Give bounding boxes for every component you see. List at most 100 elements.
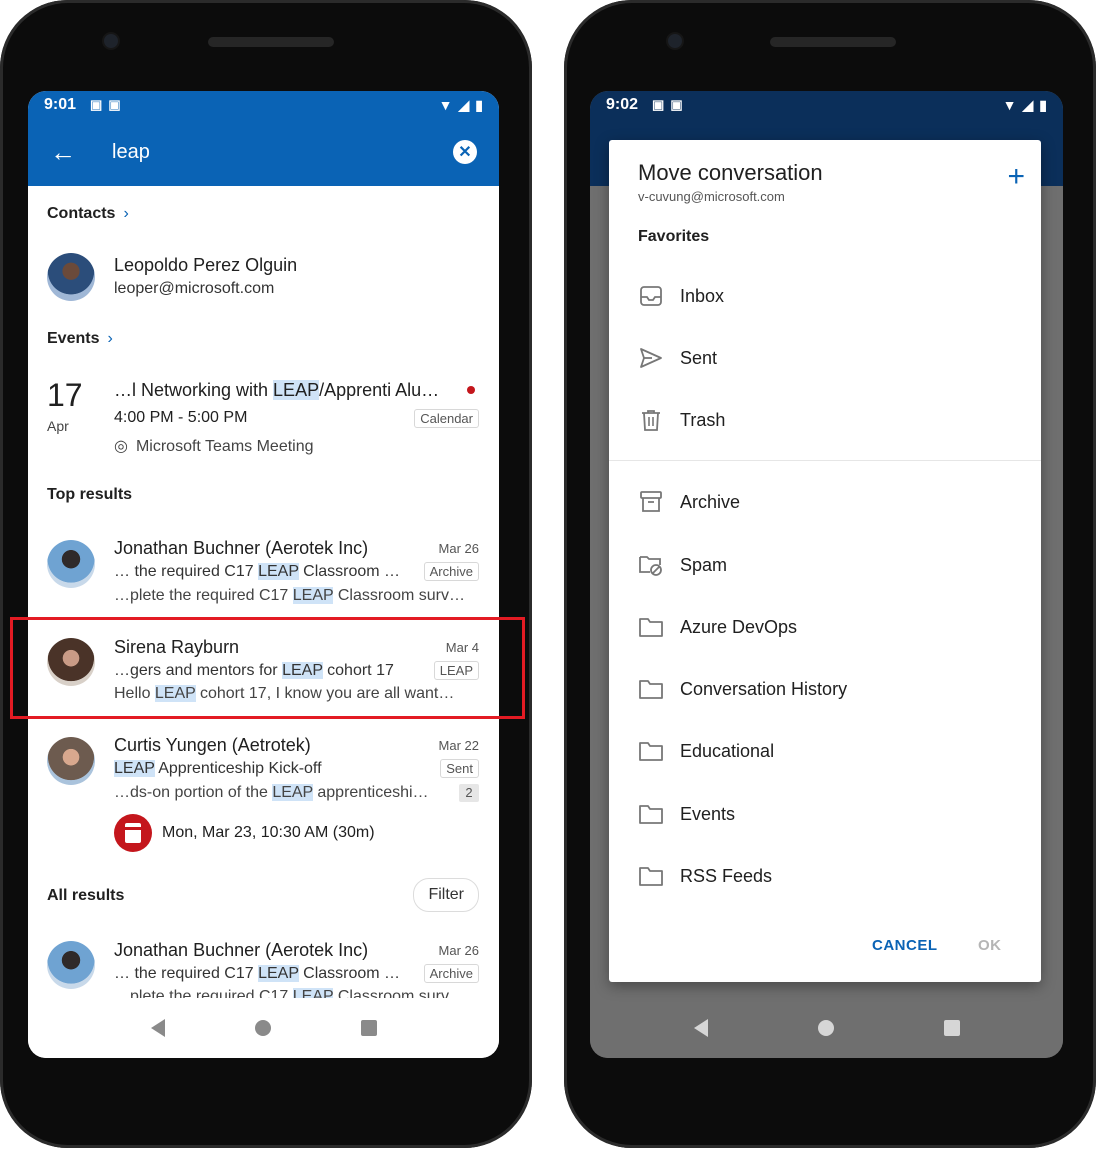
- add-folder-icon[interactable]: +: [1007, 162, 1025, 192]
- contacts-header[interactable]: Contacts ›: [47, 205, 129, 223]
- back-arrow-icon[interactable]: ←: [50, 137, 90, 168]
- result-folder-tag: Archive: [423, 562, 479, 581]
- left-phone: 9:01 ▣ ▣ ▼ ◢ ▮ ← leap ✕ Contacts › Leopol…: [0, 0, 532, 1148]
- result-folder-tag: Archive: [423, 964, 479, 983]
- dialog-account: v-cuvung@microsoft.com: [638, 189, 785, 204]
- nav-back-icon[interactable]: [693, 1019, 708, 1037]
- folder-inbox[interactable]: Inbox: [638, 281, 724, 311]
- folder-label: RSS Feeds: [680, 865, 773, 886]
- event-title[interactable]: …l Networking with LEAP/Apprenti Alu…: [114, 380, 439, 401]
- trash-icon: [638, 407, 664, 433]
- folder-azure-devops[interactable]: Azure DevOps: [638, 612, 797, 642]
- event-month: Apr: [47, 418, 69, 434]
- events-header-label: Events: [47, 330, 100, 347]
- android-nav-bar: [590, 998, 1063, 1058]
- folder-icon: [638, 676, 664, 702]
- result-preview: …ds-on portion of the LEAP apprenticeshi…: [114, 784, 429, 802]
- callout-highlight-box: [10, 617, 525, 719]
- folder-label: Archive: [680, 491, 741, 512]
- signal-icon: ◢: [1022, 96, 1034, 113]
- android-nav-bar: [28, 998, 499, 1058]
- location-pin-icon: ◎: [114, 438, 128, 455]
- result-date: Mar 26: [438, 541, 479, 556]
- ok-button[interactable]: OK: [978, 937, 1002, 954]
- nav-recents-icon[interactable]: [943, 1020, 960, 1036]
- result-sender[interactable]: Jonathan Buchner (Aerotek Inc): [114, 538, 368, 559]
- folder-label: Conversation History: [680, 678, 848, 699]
- subject-highlight: LEAP: [258, 965, 299, 982]
- folder-label: Sent: [680, 347, 718, 368]
- clear-search-icon[interactable]: ✕: [453, 140, 477, 164]
- event-dot: [467, 386, 475, 394]
- all-results-header: All results: [47, 887, 125, 904]
- nav-back-icon[interactable]: [150, 1019, 165, 1037]
- folder-label: Inbox: [680, 285, 725, 306]
- folder-spam[interactable]: Spam: [638, 550, 727, 580]
- result-date: Mar 26: [438, 943, 479, 958]
- dialog-title: Move conversation: [638, 160, 823, 185]
- wifi-icon: ▼: [438, 96, 453, 113]
- subject-pre: … the required C17: [114, 965, 259, 982]
- notification-icon-2: ▣: [108, 97, 121, 112]
- result-date: Mar 22: [438, 738, 479, 753]
- cancel-button[interactable]: CANCEL: [872, 937, 938, 954]
- nav-recents-icon[interactable]: [360, 1020, 377, 1036]
- nav-home-icon[interactable]: [817, 1020, 834, 1036]
- avatar: [47, 540, 95, 588]
- contact-name[interactable]: Leopoldo Perez Olguin: [114, 255, 297, 276]
- subject-pre: … the required C17: [114, 563, 259, 580]
- event-title-highlight: LEAP: [273, 380, 320, 400]
- folder-icon: [638, 863, 664, 889]
- preview-post: apprenticeshi…: [312, 784, 429, 801]
- preview-pre: …plete the required C17: [114, 587, 293, 604]
- search-app-bar: 9:01 ▣ ▣ ▼ ◢ ▮ ← leap ✕: [28, 91, 499, 186]
- folder-sent[interactable]: Sent: [638, 343, 717, 373]
- nav-home-icon[interactable]: [254, 1020, 271, 1036]
- meeting-time[interactable]: Mon, Mar 23, 10:30 AM (30m): [162, 824, 375, 842]
- events-header[interactable]: Events ›: [47, 330, 113, 348]
- folder-icon: [638, 738, 664, 764]
- folder-conversation-history[interactable]: Conversation History: [638, 674, 847, 704]
- event-location-text: Microsoft Teams Meeting: [135, 438, 314, 455]
- result-preview: …plete the required C17 LEAP Classroom s…: [114, 587, 465, 605]
- subject-highlight: LEAP: [114, 760, 155, 777]
- folder-label: Trash: [680, 409, 726, 430]
- calendar-icon: [114, 814, 152, 852]
- search-screen: 9:01 ▣ ▣ ▼ ◢ ▮ ← leap ✕ Contacts › Leopol…: [28, 91, 499, 1058]
- subject-post: Apprenticeship Kick-off: [154, 760, 322, 777]
- filter-button[interactable]: Filter: [413, 878, 479, 912]
- event-day: 17: [47, 377, 83, 413]
- avatar: [47, 941, 95, 989]
- status-time: 9:01: [44, 96, 77, 113]
- status-time: 9:02: [606, 96, 639, 113]
- battery-icon: ▮: [475, 96, 483, 113]
- search-input[interactable]: leap: [112, 141, 150, 164]
- folder-events[interactable]: Events: [638, 799, 735, 829]
- result-sender[interactable]: Curtis Yungen (Aetrotek): [114, 735, 311, 756]
- preview-pre: …ds-on portion of the: [114, 784, 273, 801]
- folder-label: Events: [680, 803, 736, 824]
- folder-label: Spam: [680, 554, 728, 575]
- folder-label: Educational: [680, 740, 775, 761]
- top-results-header: Top results: [47, 486, 133, 503]
- folder-archive[interactable]: Archive: [638, 487, 740, 517]
- front-camera: [104, 34, 118, 48]
- folder-educational[interactable]: Educational: [638, 736, 774, 766]
- folder-icon: [638, 801, 664, 827]
- front-camera: [668, 34, 682, 48]
- avatar: [47, 253, 95, 301]
- battery-icon: ▮: [1039, 96, 1047, 113]
- status-bar: 9:02 ▣ ▣ ▼ ◢ ▮: [606, 95, 1047, 115]
- event-title-pre: …l Networking with: [114, 380, 274, 400]
- signal-icon: ◢: [458, 96, 470, 113]
- archive-icon: [638, 489, 664, 515]
- folder-rss-feeds[interactable]: RSS Feeds: [638, 861, 772, 891]
- event-location: ◎ Microsoft Teams Meeting: [114, 436, 314, 456]
- spam-folder-icon: [638, 552, 664, 578]
- notification-icon: ▣: [652, 97, 665, 112]
- wifi-icon: ▼: [1002, 96, 1017, 113]
- result-subject: … the required C17 LEAP Classroom …: [114, 563, 400, 581]
- folder-trash[interactable]: Trash: [638, 405, 725, 435]
- preview-highlight: LEAP: [292, 587, 334, 604]
- result-sender[interactable]: Jonathan Buchner (Aerotek Inc): [114, 940, 368, 961]
